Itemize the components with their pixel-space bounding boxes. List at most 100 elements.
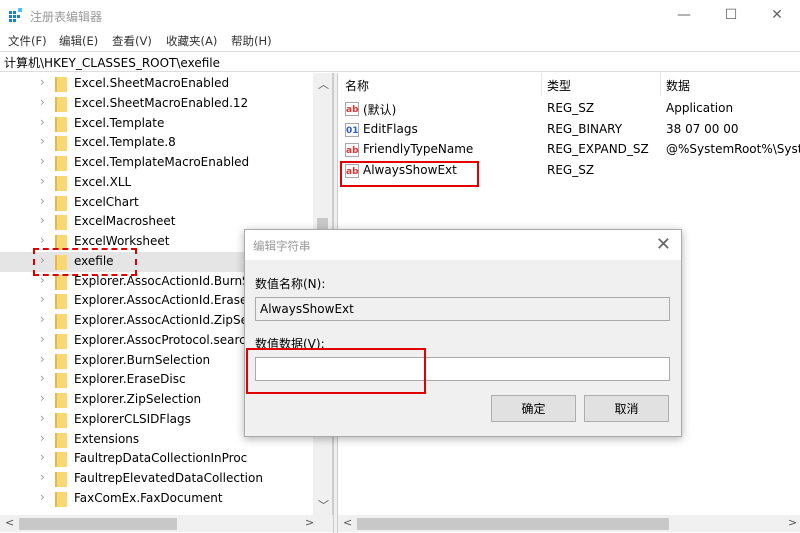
column-header-data[interactable]: 数据	[666, 77, 690, 94]
tree-item-label: Excel.SheetMacroEnabled.12	[74, 95, 249, 110]
chevron-right-icon[interactable]: ›	[40, 174, 45, 188]
tree-item-label: ExplorerCLSIDFlags	[74, 411, 191, 426]
minimize-button[interactable]: —	[661, 0, 707, 30]
maximize-button[interactable]: ☐	[708, 0, 754, 30]
chevron-right-icon[interactable]: ›	[40, 411, 45, 425]
value-type: REG_SZ	[547, 162, 595, 177]
window-title: 注册表编辑器	[30, 10, 103, 24]
value-data: @%SystemRoot%\System32	[666, 142, 800, 156]
chevron-right-icon[interactable]: ›	[40, 233, 45, 247]
scroll-down-icon[interactable]: ﹀	[318, 497, 329, 513]
value-name: (默认)	[363, 103, 397, 117]
menu-favorites[interactable]: 收藏夹(A)	[166, 33, 217, 49]
value-name: FriendlyTypeName	[363, 142, 474, 156]
folder-icon	[55, 274, 67, 290]
tree-item[interactable]: › Excel.SheetMacroEnabled	[0, 74, 313, 94]
value-name-field[interactable]	[255, 297, 670, 321]
tree-horizontal-scrollbar[interactable]: < >	[0, 515, 333, 532]
tree-item-label: Explorer.AssocActionId.EraseDisc	[74, 293, 273, 308]
scroll-left-icon[interactable]: <	[5, 516, 14, 529]
menu-view[interactable]: 查看(V)	[112, 33, 152, 49]
scroll-left-icon[interactable]: <	[343, 516, 352, 529]
chevron-right-icon[interactable]: ›	[40, 154, 45, 168]
value-row[interactable]: ab AlwaysShowExt REG_SZ	[338, 161, 800, 181]
menu-file[interactable]: 文件(F)	[8, 33, 47, 49]
chevron-right-icon[interactable]: ›	[40, 431, 45, 445]
tree-item[interactable]: › ExcelChart	[0, 193, 313, 213]
tree-item-label: FaxComEx.FaxDocument	[74, 490, 223, 505]
tree-item[interactable]: › FaultrepDataCollectionInProc	[0, 449, 313, 469]
tree-item[interactable]: › Excel.Template	[0, 114, 313, 134]
chevron-right-icon[interactable]: ›	[40, 391, 45, 405]
value-type: REG_SZ	[547, 101, 595, 115]
value-name: AlwaysShowExt	[363, 162, 457, 177]
tree-item[interactable]: › FaxComEx.FaxDocument	[0, 489, 313, 509]
value-name: EditFlags	[363, 121, 418, 136]
tree-hscroll-thumb[interactable]	[19, 518, 177, 530]
chevron-right-icon[interactable]: ›	[40, 273, 45, 287]
folder-icon	[55, 314, 67, 329]
value-row[interactable]: ab FriendlyTypeName REG_EXPAND_SZ @%SystemR…	[338, 140, 800, 160]
values-horizontal-scrollbar[interactable]: < >	[338, 515, 800, 532]
tree-item[interactable]: › Excel.Template.8	[0, 133, 313, 153]
chevron-right-icon[interactable]: ›	[40, 312, 45, 326]
dialog-title: 编辑字符串	[253, 239, 311, 253]
tree-item-label: ExcelWorksheet	[74, 234, 170, 248]
cancel-button[interactable]: 取消	[584, 395, 669, 422]
chevron-right-icon[interactable]: ›	[40, 470, 45, 484]
chevron-right-icon[interactable]: ›	[40, 134, 45, 148]
value-data: 38 07 00 00	[666, 121, 739, 136]
chevron-right-icon[interactable]: ›	[40, 292, 45, 306]
values-hscroll-thumb[interactable]	[357, 518, 669, 530]
chevron-right-icon[interactable]: ›	[40, 332, 45, 346]
string-value-icon: ab	[345, 163, 359, 178]
chevron-right-icon[interactable]: ›	[40, 371, 45, 385]
tree-item-label: exefile	[74, 253, 114, 268]
scroll-right-icon[interactable]: >	[305, 516, 314, 529]
tree-item[interactable]: › Excel.XLL	[0, 173, 313, 193]
ok-button[interactable]: 确定	[491, 395, 576, 422]
title-bar: 注册表编辑器 — ☐ ✕	[0, 0, 800, 30]
dialog-title-bar: 编辑字符串 ✕	[245, 230, 681, 260]
tree-item-label: Excel.SheetMacroEnabled	[74, 76, 230, 90]
chevron-right-icon[interactable]: ›	[40, 253, 45, 267]
chevron-right-icon[interactable]: ›	[40, 95, 45, 109]
column-header-name[interactable]: 名称	[345, 77, 369, 94]
dialog-close-button[interactable]: ✕	[656, 234, 671, 255]
chevron-right-icon[interactable]: ›	[40, 352, 45, 366]
chevron-right-icon[interactable]: ›	[40, 115, 45, 129]
chevron-right-icon[interactable]: ›	[40, 75, 45, 89]
folder-icon	[55, 353, 67, 369]
folder-icon	[55, 254, 67, 270]
scroll-right-icon[interactable]: >	[788, 516, 797, 529]
column-divider[interactable]	[541, 73, 542, 96]
chevron-right-icon[interactable]: ›	[40, 490, 45, 504]
folder-icon	[55, 195, 67, 211]
menu-help[interactable]: 帮助(H)	[231, 33, 272, 49]
address-bar[interactable]: 计算机\HKEY_CLASSES_ROOT\exefile	[0, 51, 800, 72]
value-row[interactable]: ab (默认) REG_SZ Application	[338, 99, 800, 119]
tree-item[interactable]: › FaultrepElevatedDataCollection	[0, 469, 313, 489]
tree-item-label: ExcelMacrosheet	[74, 214, 176, 229]
folder-icon	[55, 491, 67, 507]
close-button[interactable]: ✕	[754, 0, 800, 30]
tree-item[interactable]: › Excel.SheetMacroEnabled.12	[0, 94, 313, 114]
menu-edit[interactable]: 编辑(E)	[59, 33, 98, 49]
value-data-field[interactable]	[255, 357, 670, 381]
folder-icon	[55, 432, 67, 448]
string-value-icon: ab	[345, 102, 359, 116]
column-divider[interactable]	[660, 73, 661, 96]
string-value-icon: ab	[345, 143, 359, 157]
folder-icon	[55, 472, 67, 487]
binary-value-icon: 01	[345, 122, 359, 137]
tree-item[interactable]: › Excel.TemplateMacroEnabled	[0, 153, 313, 173]
tree-item-label: FaultrepDataCollectionInProc	[74, 451, 248, 466]
value-row[interactable]: 01 EditFlags REG_BINARY 38 07 00 00	[338, 120, 800, 140]
column-header-type[interactable]: 类型	[547, 77, 571, 94]
chevron-right-icon[interactable]: ›	[40, 194, 45, 208]
chevron-right-icon[interactable]: ›	[40, 213, 45, 227]
tree-item-label: Excel.Template.8	[74, 135, 176, 150]
scroll-up-icon[interactable]: ︿	[318, 76, 329, 92]
chevron-right-icon[interactable]: ›	[40, 450, 45, 464]
folder-icon	[55, 96, 67, 112]
